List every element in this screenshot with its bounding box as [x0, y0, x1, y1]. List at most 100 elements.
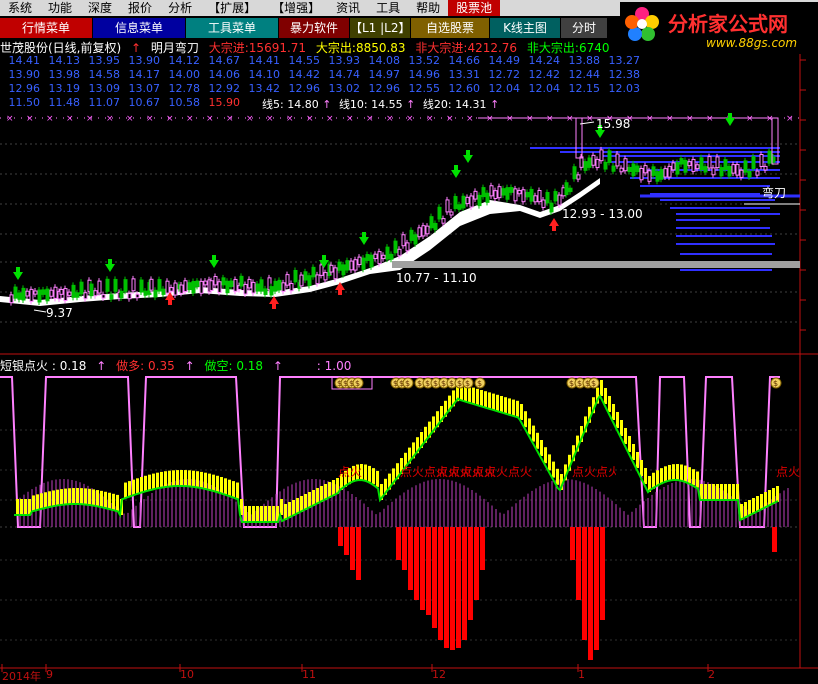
fire-label-3: 点火点火点火点火: [436, 465, 533, 479]
candle-body: [393, 240, 398, 254]
yellow-bar: [44, 492, 47, 509]
yellow-bar: [64, 488, 67, 505]
coin-icon-glyph: $: [449, 379, 454, 388]
yellow-bar: [208, 473, 211, 490]
candle-body: [319, 264, 324, 276]
candle-body: [127, 293, 132, 300]
candle-body: [33, 290, 38, 295]
x-marker: ×: [166, 114, 174, 124]
red-volume-bar: [570, 527, 575, 560]
x-marker: ×: [366, 114, 374, 124]
candle-body: [67, 291, 72, 296]
x-marker: ×: [506, 114, 514, 124]
yellow-bar: [304, 494, 307, 510]
yellow-bar: [300, 496, 303, 512]
candle-body: [755, 170, 760, 176]
red-volume-bar: [338, 527, 343, 546]
coin-icon-glyph: $: [577, 379, 582, 388]
candle-body: [469, 195, 474, 208]
x-marker: ×: [26, 114, 34, 124]
date-label: 11: [302, 668, 316, 681]
candle-body: [679, 158, 684, 165]
x-marker: ×: [306, 114, 314, 124]
yellow-bar: [748, 500, 751, 516]
x-marker: ×: [706, 114, 714, 124]
yellow-bar: [556, 468, 559, 485]
candle-body: [277, 279, 282, 291]
yellow-bar: [604, 388, 607, 404]
buy-arrow-icon: [168, 300, 172, 305]
yellow-bar: [140, 477, 143, 493]
candle-body: [413, 234, 418, 245]
yellow-bar: [260, 506, 263, 522]
candle-body: [485, 192, 490, 203]
yellow-bar: [40, 493, 43, 510]
yellow-bar: [100, 490, 103, 507]
yellow-bar: [532, 425, 535, 442]
yellow-bar: [660, 468, 663, 485]
candle-body: [123, 279, 128, 292]
candle-body: [75, 292, 80, 298]
yellow-bar: [612, 404, 615, 420]
yellow-bar: [112, 493, 115, 510]
yellow-bar: [720, 484, 723, 500]
candle-body: [251, 281, 256, 294]
candle-body: [139, 279, 144, 293]
x-marker: ×: [746, 114, 754, 124]
candle-body: [461, 195, 466, 209]
candle-body: [743, 160, 748, 173]
sell-arrow-icon: [209, 260, 219, 268]
yellow-bar: [776, 486, 779, 502]
candle-body: [599, 149, 604, 162]
red-volume-bar: [456, 527, 461, 648]
yellow-bar: [736, 484, 739, 500]
candle-body: [564, 182, 569, 196]
yellow-bar: [96, 490, 99, 507]
candle-body: [481, 187, 486, 198]
yellow-bar: [508, 398, 511, 415]
yellow-bar: [204, 472, 207, 489]
low-price-label: 9.37: [46, 306, 73, 320]
yellow-bar: [368, 465, 371, 482]
yellow-bar: [624, 428, 627, 444]
candle-body: [763, 165, 768, 171]
candle-body: [667, 165, 672, 178]
candle-body: [529, 188, 534, 202]
yellow-bar: [32, 495, 35, 512]
candle-body: [675, 162, 680, 175]
kline-chart[interactable]: ××××××××××××××××××××××××××××××××××××××××…: [0, 0, 818, 680]
candle-body: [79, 281, 84, 295]
x-marker: ×: [686, 114, 694, 124]
candle-body: [695, 164, 700, 170]
date-label: 2: [708, 668, 715, 681]
candle-body: [243, 283, 248, 295]
yellow-bar: [680, 464, 683, 481]
leader-line: [33, 309, 47, 313]
arrow-up-icon: ↑: [272, 359, 283, 373]
candle-body: [545, 192, 550, 204]
candle-body: [568, 187, 573, 193]
extra-label: :: [316, 359, 321, 373]
candle-body: [353, 259, 358, 271]
yellow-bar: [68, 488, 71, 505]
x-marker: ×: [566, 114, 574, 124]
yellow-bar: [644, 468, 647, 484]
candle-body: [457, 204, 462, 210]
sell-arrow-icon: [13, 272, 23, 280]
yellow-bar: [72, 488, 75, 505]
yellow-bar: [148, 474, 151, 491]
sell-arrow-icon: [595, 130, 605, 138]
x-marker: ×: [286, 114, 294, 124]
yellow-bar: [156, 472, 159, 489]
yellow-bar: [608, 396, 611, 412]
candle-body: [149, 278, 154, 291]
yellow-bar: [772, 488, 775, 504]
candle-body: [143, 290, 148, 296]
coin-icon-glyph: $: [773, 379, 778, 388]
candle-body: [119, 290, 124, 299]
yellow-bar: [92, 489, 95, 506]
buy-arrow-icon: [338, 290, 342, 295]
yellow-bar: [280, 499, 283, 515]
sell-arrow-icon: [359, 237, 369, 245]
red-volume-bar: [594, 527, 599, 650]
